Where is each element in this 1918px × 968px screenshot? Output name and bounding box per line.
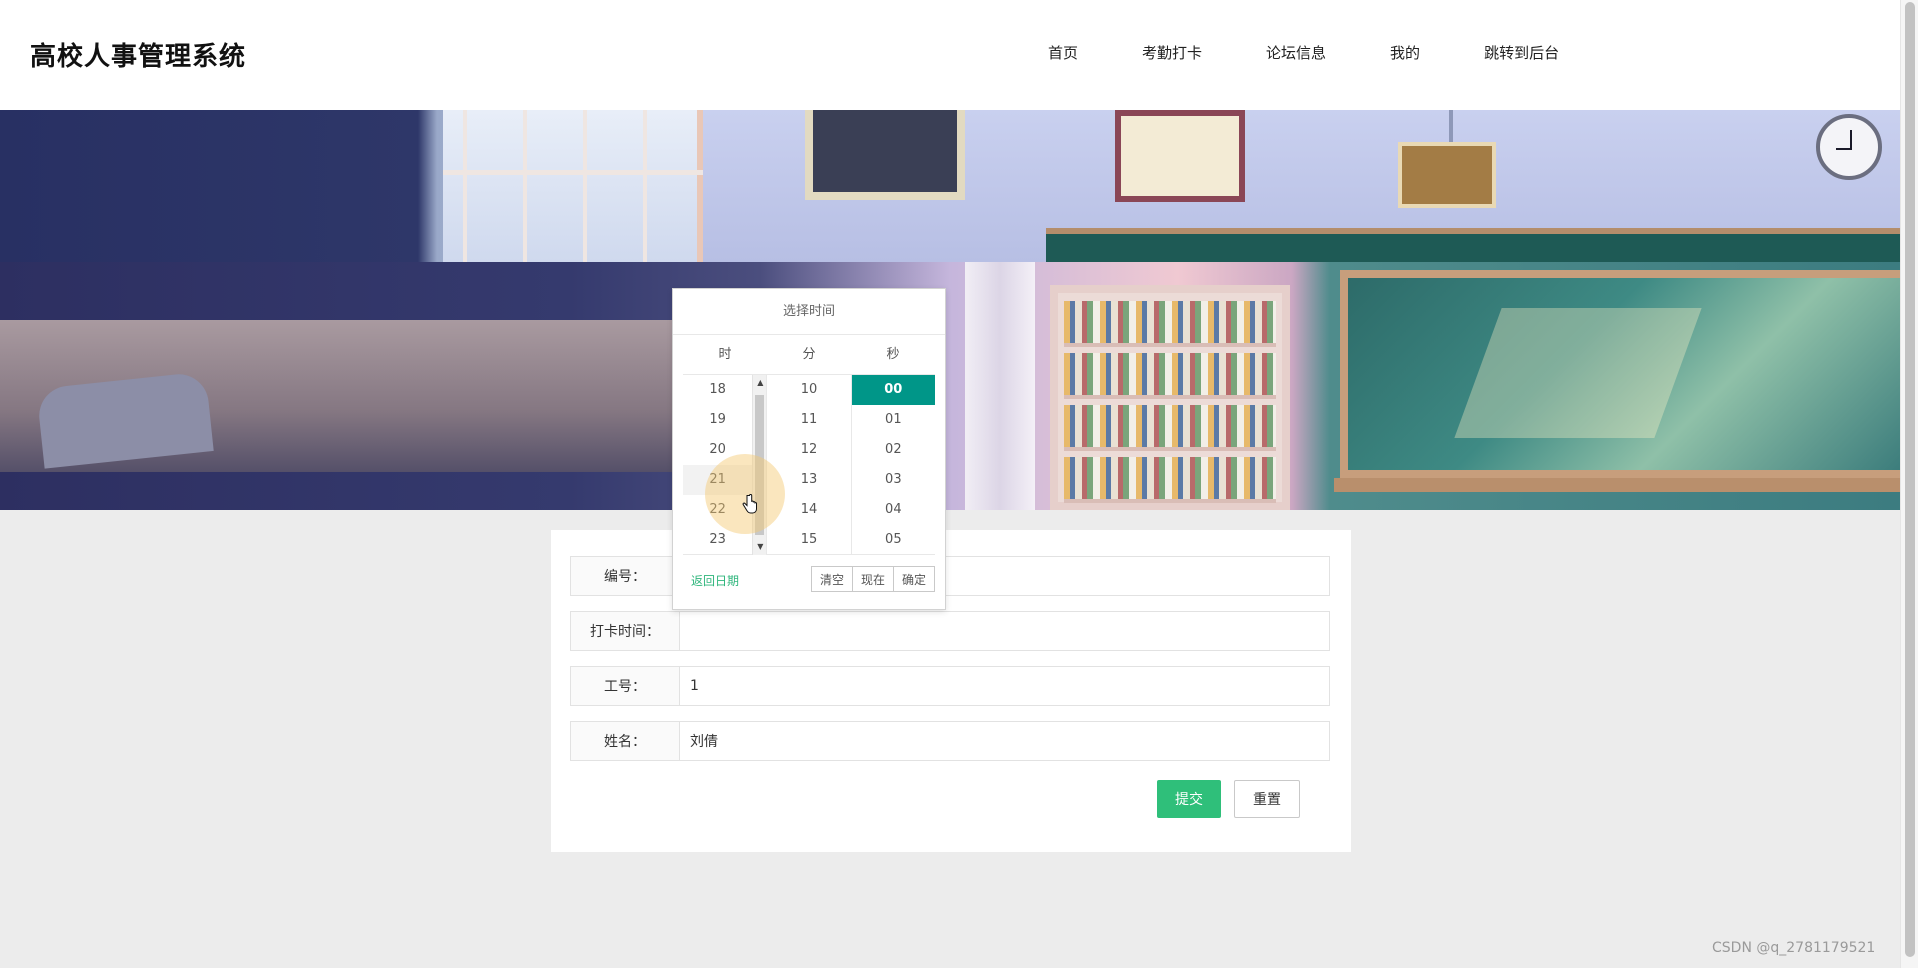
employee-no-input[interactable] <box>680 666 1330 706</box>
second-option[interactable]: 02 <box>852 435 935 465</box>
shelf-row <box>1064 301 1276 347</box>
watermark-text: CSDN @q_2781179521 <box>1712 940 1876 956</box>
picker-column-headers: 时 分 秒 <box>683 335 935 375</box>
submit-button[interactable]: 提交 <box>1157 780 1221 818</box>
nav-attendance[interactable]: 考勤打卡 <box>1142 42 1202 63</box>
scroll-down-icon[interactable]: ▼ <box>754 541 766 553</box>
picker-title: 选择时间 <box>673 289 945 335</box>
banner-image <box>0 110 1900 510</box>
shelf-row <box>1064 353 1276 399</box>
clear-button[interactable]: 清空 <box>810 566 853 592</box>
minute-option[interactable]: 12 <box>767 435 850 465</box>
nav-admin[interactable]: 跳转到后台 <box>1484 42 1559 63</box>
clock-icon <box>1816 114 1882 180</box>
nav-home[interactable]: 首页 <box>1048 42 1078 63</box>
wall-frame <box>1115 110 1245 202</box>
scroll-up-icon[interactable]: ▲ <box>754 377 766 389</box>
main-nav: 首页 考勤打卡 论坛信息 我的 跳转到后台 <box>1048 42 1623 63</box>
minute-option[interactable]: 15 <box>767 525 850 555</box>
shelf-row <box>1064 457 1276 503</box>
form-row-name: 姓名： <box>570 721 1330 761</box>
confirm-button[interactable]: 确定 <box>892 566 935 592</box>
second-column[interactable]: 00 01 02 03 04 05 <box>851 375 935 555</box>
minute-option[interactable]: 10 <box>767 375 850 405</box>
board-glare <box>1454 308 1702 438</box>
name-input[interactable] <box>680 721 1330 761</box>
second-option[interactable]: 01 <box>852 405 935 435</box>
header-second: 秒 <box>886 347 900 362</box>
speaker-stem <box>1449 110 1453 142</box>
attendance-form-card: 编号： 打卡时间： 工号： 姓名： 提交 重置 <box>551 530 1351 852</box>
back-to-date-link[interactable]: 返回日期 <box>691 572 739 589</box>
bookshelf <box>1050 285 1290 510</box>
page-scroll-thumb[interactable] <box>1905 2 1915 957</box>
blackboard <box>1340 270 1900 478</box>
punch-time-input[interactable] <box>680 611 1330 651</box>
form-row-empno: 工号： <box>570 666 1330 706</box>
wall-speaker <box>1398 142 1496 208</box>
shelf-row <box>1064 405 1276 451</box>
second-option-selected[interactable]: 00 <box>851 375 935 405</box>
hour-option[interactable]: 19 <box>683 405 752 435</box>
label-time: 打卡时间： <box>570 611 680 651</box>
label-id: 编号： <box>570 556 680 596</box>
minute-column[interactable]: 10 11 12 13 14 15 <box>767 375 852 555</box>
board-top-edge <box>1046 228 1900 262</box>
tv-monitor <box>805 110 965 200</box>
form-row-time: 打卡时间： <box>570 611 1330 651</box>
banner-upper <box>0 110 1900 262</box>
picker-footer: 返回日期 清空 现在 确定 <box>683 564 935 594</box>
header-hour: 时 <box>718 347 732 362</box>
label-empno: 工号： <box>570 666 680 706</box>
hand-cursor-icon <box>742 494 757 514</box>
label-name: 姓名： <box>570 721 680 761</box>
now-button[interactable]: 现在 <box>851 566 894 592</box>
site-brand[interactable]: 高校人事管理系统 <box>30 36 246 73</box>
reset-button[interactable]: 重置 <box>1234 780 1300 818</box>
header-minute: 分 <box>802 347 816 362</box>
nav-mine[interactable]: 我的 <box>1390 42 1420 63</box>
second-option[interactable]: 03 <box>852 465 935 495</box>
hour-option[interactable]: 18 <box>683 375 752 405</box>
picker-actions: 清空 现在 确定 <box>810 566 935 592</box>
second-option[interactable]: 04 <box>852 495 935 525</box>
page-scrollbar[interactable] <box>1900 0 1918 968</box>
site-header: 高校人事管理系统 首页 考勤打卡 论坛信息 我的 跳转到后台 <box>0 0 1900 110</box>
nav-forum[interactable]: 论坛信息 <box>1266 42 1326 63</box>
minute-option[interactable]: 11 <box>767 405 850 435</box>
classroom-window <box>443 110 703 262</box>
curtain <box>965 262 1035 510</box>
second-option[interactable]: 05 <box>852 525 935 555</box>
time-picker-popup: 选择时间 时 分 秒 18 19 20 21 22 23 ▲ ▼ 10 11 1… <box>672 288 946 610</box>
board-rail <box>1334 478 1900 492</box>
